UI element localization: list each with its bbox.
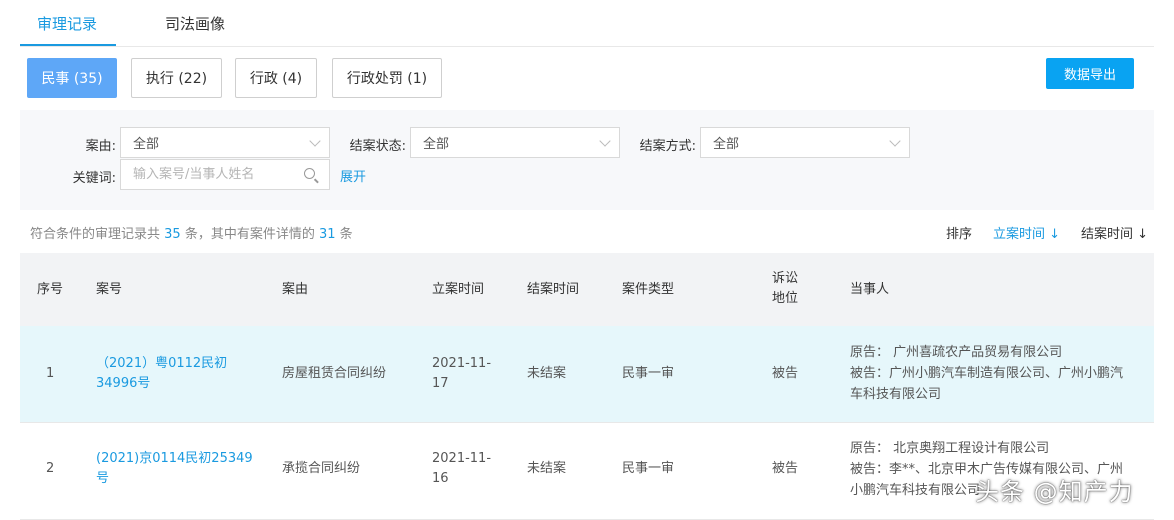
filter-civil-button[interactable]: 民事 (35) bbox=[27, 58, 117, 98]
header-closed-date: 结案时间 bbox=[527, 282, 580, 297]
keyword-search-input[interactable] bbox=[120, 159, 330, 190]
sort-label: 排序 bbox=[946, 227, 973, 242]
active-tab-underline bbox=[20, 44, 116, 46]
filter-administrative-button[interactable]: 行政 (4) bbox=[235, 58, 317, 98]
method-select[interactable]: 全部 bbox=[700, 127, 910, 158]
method-label: 结案方式: bbox=[639, 139, 696, 154]
sort-by-closed-date[interactable]: 结案时间 ↓ bbox=[1081, 223, 1148, 242]
tab-trial-records[interactable]: 审理记录 bbox=[37, 13, 97, 34]
chevron-down-icon bbox=[309, 135, 321, 147]
result-summary: 符合条件的审理记录共 35 条，其中有案件详情的 31 条 bbox=[30, 227, 353, 242]
header-case-no: 案号 bbox=[96, 282, 123, 297]
row-case-type: 民事一审 bbox=[622, 366, 675, 381]
status-select[interactable]: 全部 bbox=[410, 127, 620, 158]
row-closed-date: 未结案 bbox=[527, 366, 567, 381]
plaintiff-name: 广州喜疏农产品贸易有限公司 bbox=[893, 345, 1063, 360]
detail-count: 31 bbox=[318, 227, 336, 242]
method-select-value: 全部 bbox=[713, 137, 740, 152]
header-filed-date: 立案时间 bbox=[432, 282, 485, 297]
search-icon[interactable] bbox=[304, 168, 315, 179]
case-number-link[interactable]: （2021）粤0112民初34996号 bbox=[96, 354, 266, 394]
total-count: 35 bbox=[164, 227, 181, 242]
filter-execution-button[interactable]: 执行 (22) bbox=[131, 58, 222, 98]
cause-label: 案由: bbox=[85, 139, 116, 154]
header-litigation-role: 诉讼地位 bbox=[772, 271, 799, 306]
chevron-down-icon bbox=[889, 135, 901, 147]
keyword-label: 关键词: bbox=[72, 171, 116, 186]
header-case-type: 案件类型 bbox=[622, 282, 675, 297]
header-parties: 当事人 bbox=[850, 282, 890, 297]
row-filed-date: 2021-11-17 bbox=[432, 356, 492, 391]
row-index: 2 bbox=[46, 461, 55, 476]
plaintiff-name: 北京奥翔工程设计有限公司 bbox=[893, 441, 1050, 456]
row-litigation-role: 被告 bbox=[772, 366, 799, 381]
row-cause: 承揽合同纠纷 bbox=[282, 461, 361, 476]
sort-by-filed-date[interactable]: 立案时间 ↓ bbox=[993, 223, 1060, 242]
expand-link[interactable]: 展开 bbox=[340, 166, 366, 185]
row-index: 1 bbox=[46, 366, 55, 381]
watermark: 头条 @知产力 bbox=[975, 478, 1134, 506]
cause-select[interactable]: 全部 bbox=[120, 127, 330, 158]
cause-select-value: 全部 bbox=[133, 137, 160, 152]
status-label: 结案状态: bbox=[349, 139, 406, 154]
row-case-type: 民事一审 bbox=[622, 461, 675, 476]
row-litigation-role: 被告 bbox=[772, 461, 799, 476]
header-index: 序号 bbox=[37, 282, 64, 297]
filter-admin-penalty-button[interactable]: 行政处罚 (1) bbox=[332, 58, 442, 98]
defendant-names: 广州小鹏汽车制造有限公司、广州小鹏汽车科技有限公司 bbox=[850, 366, 1124, 402]
export-data-button[interactable]: 数据导出 bbox=[1046, 58, 1134, 89]
case-number-link[interactable]: (2021)京0114民初25349号 bbox=[96, 449, 261, 489]
row-closed-date: 未结案 bbox=[527, 461, 567, 476]
row-cause: 房屋租赁合同纠纷 bbox=[282, 366, 387, 381]
status-select-value: 全部 bbox=[423, 137, 450, 152]
row-parties: 原告： 广州喜疏农产品贸易有限公司 被告：广州小鹏汽车制造有限公司、广州小鹏汽车… bbox=[850, 345, 1124, 402]
table-row[interactable]: 1 （2021）粤0112民初34996号 房屋租赁合同纠纷 2021-11-1… bbox=[20, 326, 1154, 423]
table-header: 序号 案号 案由 立案时间 结案时间 案件类型 诉讼地位 当事人 bbox=[20, 253, 1154, 326]
row-filed-date: 2021-11-16 bbox=[432, 451, 492, 486]
tab-judicial-portrait[interactable]: 司法画像 bbox=[165, 13, 225, 34]
header-cause: 案由 bbox=[282, 282, 309, 297]
chevron-down-icon bbox=[599, 135, 611, 147]
tab-bar: 审理记录 司法画像 bbox=[20, 0, 1154, 47]
